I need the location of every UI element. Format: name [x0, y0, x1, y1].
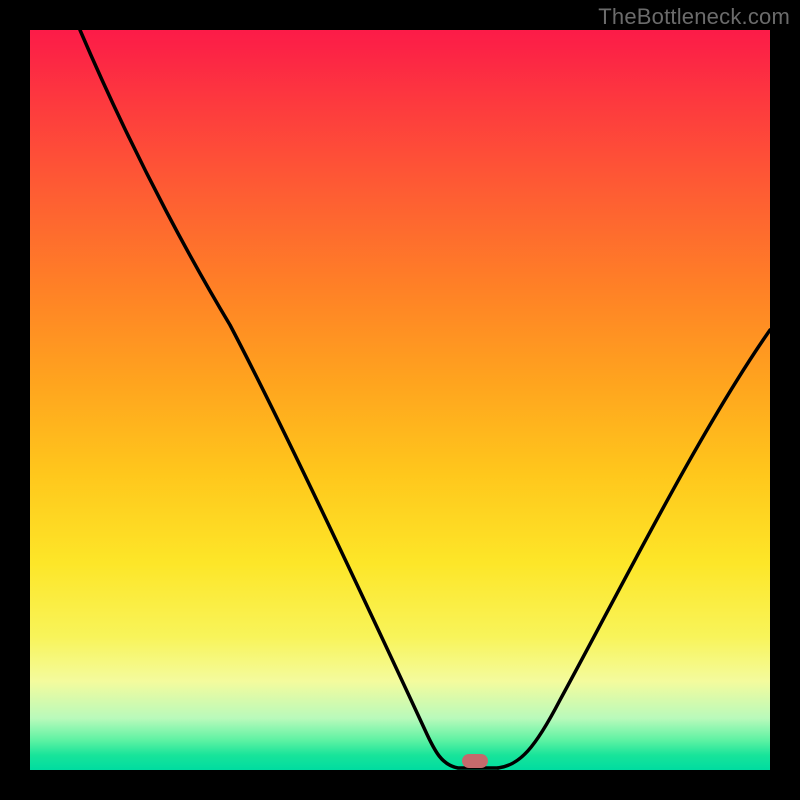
- watermark-text: TheBottleneck.com: [598, 4, 790, 30]
- chart-container: TheBottleneck.com: [0, 0, 800, 800]
- curve-right: [498, 330, 770, 768]
- bottleneck-curve: [30, 30, 770, 770]
- optimal-point-marker: [462, 754, 488, 768]
- plot-area: [30, 30, 770, 770]
- curve-left: [80, 30, 498, 768]
